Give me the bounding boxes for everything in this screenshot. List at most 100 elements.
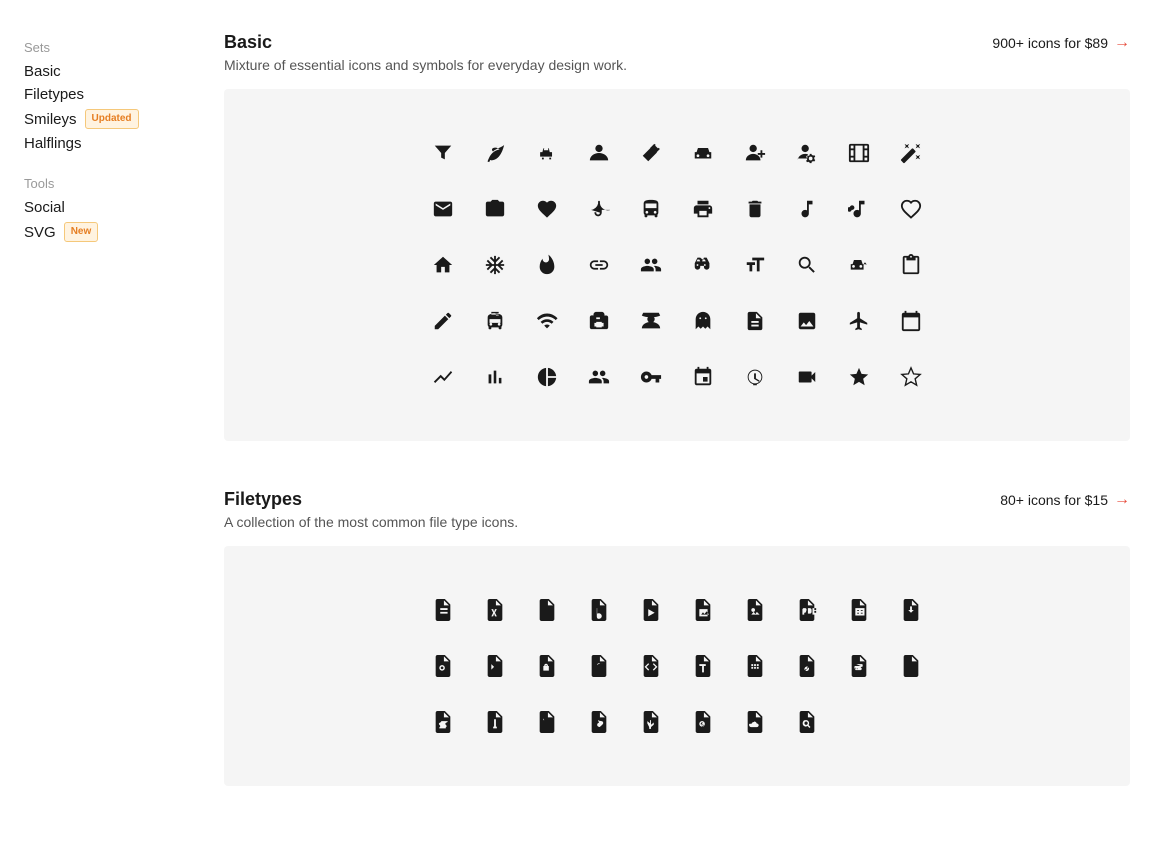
- ft-excel: [835, 586, 883, 634]
- basic-link-label: 900+ icons for $89: [992, 35, 1108, 51]
- icon-bus: [627, 185, 675, 233]
- icon-heart-outline: [887, 185, 935, 233]
- icon-clipboard: [887, 241, 935, 289]
- icon-fire: [523, 241, 571, 289]
- filetypes-arrow-icon: →: [1114, 491, 1130, 509]
- sidebar-item-halflings-label: Halflings: [24, 135, 82, 152]
- updated-badge: Updated: [85, 109, 139, 129]
- icon-backpack: [575, 297, 623, 345]
- ft-photo: [731, 586, 779, 634]
- icon-ghost: [679, 297, 727, 345]
- basic-section-link[interactable]: 900+ icons for $89 →: [992, 34, 1130, 52]
- filetypes-section-title: Filetypes: [224, 489, 518, 510]
- ft-zip: [471, 698, 519, 746]
- basic-section-title: Basic: [224, 32, 627, 53]
- sidebar-item-social[interactable]: Social: [24, 199, 176, 216]
- ft-wave: [419, 698, 467, 746]
- ft-audio: [523, 586, 571, 634]
- icon-airplane: [835, 297, 883, 345]
- icon-filter: [419, 129, 467, 177]
- sidebar-tools-label: Tools: [24, 176, 176, 191]
- ft-gz: [523, 698, 571, 746]
- sidebar: Sets Basic Filetypes Smileys Updated Hal…: [0, 0, 200, 866]
- ft-terminal: [471, 642, 519, 690]
- ft-code: [627, 642, 675, 690]
- icon-file: [731, 297, 779, 345]
- icon-music-note: [783, 185, 831, 233]
- filetypes-link-label: 80+ icons for $15: [1000, 492, 1108, 508]
- filetypes-icon-grid: [419, 586, 935, 746]
- sidebar-item-halflings[interactable]: Halflings: [24, 135, 176, 152]
- icon-add-user: [731, 129, 779, 177]
- filetypes-section-link[interactable]: 80+ icons for $15 →: [1000, 491, 1130, 509]
- icon-car-search: [835, 241, 883, 289]
- icon-film: [835, 129, 883, 177]
- sidebar-item-filetypes[interactable]: Filetypes: [24, 86, 176, 103]
- ft-empty: [835, 698, 883, 746]
- sidebar-item-filetypes-label: Filetypes: [24, 86, 84, 103]
- icon-broadcast: [731, 353, 779, 401]
- icon-wifi: [523, 297, 571, 345]
- sidebar-sets-nav: Basic Filetypes Smileys Updated Halfling…: [24, 63, 176, 152]
- basic-icon-grid: [419, 129, 935, 401]
- icon-calendar: [887, 297, 935, 345]
- icon-camera: [471, 185, 519, 233]
- filetypes-section-header: Filetypes A collection of the most commo…: [224, 489, 1130, 530]
- icon-cowboy: [627, 297, 675, 345]
- new-badge: New: [64, 222, 99, 242]
- icon-envelope: [419, 185, 467, 233]
- icon-user: [575, 129, 623, 177]
- icon-star-filled: [835, 353, 883, 401]
- icon-video-camera: [783, 353, 831, 401]
- sidebar-item-social-label: Social: [24, 199, 65, 216]
- basic-preview-box: [224, 89, 1130, 441]
- icon-search: [783, 241, 831, 289]
- icon-key: [627, 353, 675, 401]
- sidebar-item-svg-label: SVG: [24, 224, 56, 241]
- ft-pdf: [783, 586, 831, 634]
- ft-black-doc: [887, 642, 935, 690]
- ft-fav: [575, 698, 623, 746]
- icon-snowflake: [471, 241, 519, 289]
- ft-video: [627, 586, 675, 634]
- basic-arrow-icon: →: [1114, 34, 1130, 52]
- sidebar-item-basic[interactable]: Basic: [24, 63, 176, 80]
- icon-calendar-grid: [679, 353, 727, 401]
- sidebar-item-svg[interactable]: SVG New: [24, 222, 176, 242]
- icon-dog: [523, 129, 571, 177]
- sidebar-item-smileys[interactable]: Smileys Updated: [24, 109, 176, 129]
- icon-binoculars: [679, 241, 727, 289]
- icon-heart-filled: [523, 185, 571, 233]
- icon-user-settings: [783, 129, 831, 177]
- icon-tools: [627, 129, 675, 177]
- filetypes-preview-box: [224, 546, 1130, 786]
- icon-home: [419, 241, 467, 289]
- sidebar-tools-section: Tools Social SVG New: [24, 176, 176, 242]
- sidebar-item-smileys-label: Smileys: [24, 111, 77, 128]
- sidebar-item-basic-label: Basic: [24, 63, 61, 80]
- ft-lock: [523, 642, 571, 690]
- ft-unlock: [575, 642, 623, 690]
- icon-pie-chart: [523, 353, 571, 401]
- icon-trash: [731, 185, 779, 233]
- icon-image: [783, 297, 831, 345]
- icon-chart-line: [419, 353, 467, 401]
- icon-text-size: [731, 241, 779, 289]
- ft-repair: [783, 642, 831, 690]
- icon-star-outline: [887, 353, 935, 401]
- ft-upload: [887, 586, 935, 634]
- icon-umbrella: [575, 185, 623, 233]
- basic-section-info: Basic Mixture of essential icons and sym…: [224, 32, 627, 73]
- icon-team: [575, 353, 623, 401]
- filetypes-section-info: Filetypes A collection of the most commo…: [224, 489, 518, 530]
- filetypes-section-desc: A collection of the most common file typ…: [224, 514, 518, 530]
- ft-search-doc: [783, 698, 831, 746]
- basic-section-header: Basic Mixture of essential icons and sym…: [224, 32, 1130, 73]
- icon-pencil: [419, 297, 467, 345]
- ft-dl: [627, 698, 675, 746]
- ft-settings: [419, 642, 467, 690]
- ft-doc: [419, 586, 467, 634]
- icon-bar-chart: [471, 353, 519, 401]
- ft-csv: [731, 642, 779, 690]
- ft-cloud: [731, 698, 779, 746]
